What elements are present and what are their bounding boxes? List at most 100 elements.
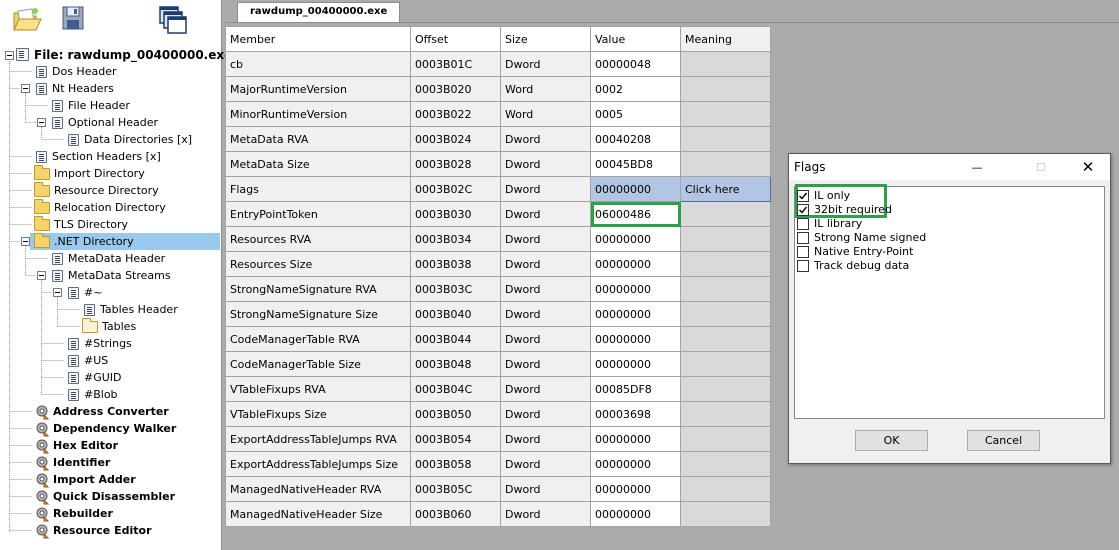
table-row[interactable]: ManagedNativeHeader RVA 0003B05C Dword 0000…: [225, 476, 771, 502]
table-row[interactable]: VTableFixups Size 0003B050 Dword 00003698: [225, 401, 771, 427]
cell-meaning[interactable]: Click here: [680, 176, 771, 202]
cell-value[interactable]: 0002: [590, 76, 681, 102]
flag-item[interactable]: Track debug data: [797, 259, 909, 273]
tree-item-tables-stream[interactable]: #~: [66, 284, 102, 301]
table-row[interactable]: Resources Size 0003B038 Dword 00000000: [225, 251, 771, 277]
column-header-offset[interactable]: Offset: [410, 26, 501, 52]
table-row[interactable]: EntryPointToken 0003B030 Dword 06000486: [225, 201, 771, 227]
cell-value[interactable]: 00000000: [590, 426, 681, 452]
tree-item-optional-header[interactable]: Optional Header: [50, 114, 158, 131]
cell-value[interactable]: 00000000: [590, 476, 681, 502]
tree-item-file-header[interactable]: File Header: [50, 97, 130, 114]
checkbox[interactable]: [797, 260, 809, 272]
cell-value[interactable]: 00045BD8: [590, 151, 681, 177]
dialog-title-bar[interactable]: Flags — ☐ ✕: [789, 154, 1110, 180]
column-header-member[interactable]: Member: [225, 26, 411, 52]
column-header-value[interactable]: Value: [590, 26, 681, 52]
tree-item-us-stream[interactable]: #US: [66, 352, 108, 369]
tree-item-section-headers[interactable]: Section Headers [x]: [34, 148, 161, 165]
tool-resource-editor[interactable]: Resource Editor: [34, 522, 152, 539]
table-row[interactable]: StrongNameSignature RVA 0003B03C Dword 0000…: [225, 276, 771, 302]
collapse-toggle-icon[interactable]: [37, 118, 46, 127]
cell-value[interactable]: 00000000: [590, 251, 681, 277]
tree-item-guid-stream[interactable]: #GUID: [66, 369, 122, 386]
table-row[interactable]: CodeManagerTable RVA 0003B044 Dword 0000000…: [225, 326, 771, 352]
collapse-toggle-icon[interactable]: [21, 84, 30, 93]
table-row[interactable]: MinorRuntimeVersion 0003B022 Word 0005: [225, 101, 771, 127]
cell-value[interactable]: 00085DF8: [590, 376, 681, 402]
cell-value[interactable]: 00000000: [590, 276, 681, 302]
flag-item[interactable]: IL only: [797, 189, 850, 203]
collapse-toggle-icon[interactable]: [37, 271, 46, 280]
table-row[interactable]: MajorRuntimeVersion 0003B020 Word 0002: [225, 76, 771, 102]
flag-item[interactable]: 32bit required: [797, 203, 892, 217]
tree-item-blob-stream[interactable]: #Blob: [66, 386, 118, 403]
cell-value[interactable]: 00000000: [590, 351, 681, 377]
tree-item-tables-header[interactable]: Tables Header: [82, 301, 178, 318]
tree-item-strings-stream[interactable]: #Strings: [66, 335, 132, 352]
tool-dependency-walker[interactable]: Dependency Walker: [34, 420, 176, 437]
flag-item[interactable]: Native Entry-Point: [797, 245, 913, 259]
cell-value[interactable]: 0005: [590, 101, 681, 127]
collapse-toggle-icon[interactable]: [53, 288, 62, 297]
save-file-icon[interactable]: [58, 3, 92, 35]
table-row[interactable]: ExportAddressTableJumps Size 0003B058 Dwor…: [225, 451, 771, 477]
tree-item-net-directory[interactable]: .NET Directory: [30, 232, 220, 250]
checkbox-checked[interactable]: [797, 190, 809, 202]
tree-root[interactable]: File: rawdump_00400000.exe: [14, 46, 232, 63]
cell-value[interactable]: 00003698: [590, 401, 681, 427]
flag-item[interactable]: IL library: [797, 217, 862, 231]
tree-item-data-directories[interactable]: Data Directories [x]: [66, 131, 192, 148]
cell-value[interactable]: 00000000: [590, 326, 681, 352]
tool-identifier[interactable]: Identifier: [34, 454, 110, 471]
table-row[interactable]: MetaData Size 0003B028 Dword 00045BD8: [225, 151, 771, 177]
checkbox[interactable]: [797, 246, 809, 258]
cell-value[interactable]: 00000048: [590, 51, 681, 77]
open-file-icon[interactable]: [10, 3, 44, 35]
tree-item-metadata-streams[interactable]: MetaData Streams: [50, 267, 171, 284]
tool-address-converter[interactable]: Address Converter: [34, 403, 169, 420]
column-header-size[interactable]: Size: [500, 26, 591, 52]
cell-value[interactable]: 00000000: [590, 451, 681, 477]
cell-value[interactable]: 00000000: [590, 501, 681, 527]
table-row[interactable]: Flags 0003B02C Dword 00000000 Click here: [225, 176, 771, 202]
cell-value[interactable]: 00000000: [590, 176, 681, 202]
tree-item-relocation-directory[interactable]: Relocation Directory: [34, 198, 166, 216]
table-row[interactable]: ExportAddressTableJumps RVA 0003B054 Dword…: [225, 426, 771, 452]
table-row[interactable]: StrongNameSignature Size 0003B040 Dword 000…: [225, 301, 771, 327]
checkbox-checked[interactable]: [797, 204, 809, 216]
tree-item-tables[interactable]: Tables: [82, 317, 136, 335]
tab-file[interactable]: rawdump_00400000.exe: [237, 2, 401, 22]
checkbox[interactable]: [797, 232, 809, 244]
cell-value[interactable]: 06000486: [590, 201, 681, 227]
tree-item-tls-directory[interactable]: TLS Directory: [34, 215, 128, 233]
table-row[interactable]: Resources RVA 0003B034 Dword 00000000: [225, 226, 771, 252]
tree-item-metadata-header[interactable]: MetaData Header: [50, 250, 165, 267]
windows-icon[interactable]: [156, 3, 190, 35]
table-row[interactable]: MetaData RVA 0003B024 Dword 00040208: [225, 126, 771, 152]
collapse-toggle-icon[interactable]: [21, 237, 30, 246]
cell-value[interactable]: 00040208: [590, 126, 681, 152]
column-header-meaning[interactable]: Meaning: [680, 26, 771, 52]
maximize-icon[interactable]: ☐: [1019, 154, 1063, 180]
table-row[interactable]: ManagedNativeHeader Size 0003B060 Dword 000…: [225, 501, 771, 527]
tool-hex-editor[interactable]: Hex Editor: [34, 437, 118, 454]
minimize-icon[interactable]: —: [955, 154, 999, 180]
table-row[interactable]: VTableFixups RVA 0003B04C Dword 00085DF8: [225, 376, 771, 402]
cell-value[interactable]: 00000000: [590, 226, 681, 252]
flag-item[interactable]: Strong Name signed: [797, 231, 926, 245]
tree-item-dos-header[interactable]: Dos Header: [34, 63, 116, 80]
tree-item-import-directory[interactable]: Import Directory: [34, 164, 145, 182]
tree-item-nt-headers[interactable]: Nt Headers: [34, 80, 114, 97]
close-icon[interactable]: ✕: [1066, 154, 1110, 180]
table-row[interactable]: CodeManagerTable Size 0003B048 Dword 000000…: [225, 351, 771, 377]
checkbox[interactable]: [797, 218, 809, 230]
table-row[interactable]: cb 0003B01C Dword 00000048: [225, 51, 771, 77]
ok-button[interactable]: OK: [855, 430, 928, 451]
tree-item-resource-directory[interactable]: Resource Directory: [34, 181, 159, 199]
tool-import-adder[interactable]: Import Adder: [34, 471, 136, 488]
collapse-toggle-icon[interactable]: [5, 51, 14, 60]
cell-value[interactable]: 00000000: [590, 301, 681, 327]
tool-rebuilder[interactable]: Rebuilder: [34, 505, 113, 522]
cancel-button[interactable]: Cancel: [967, 430, 1040, 451]
